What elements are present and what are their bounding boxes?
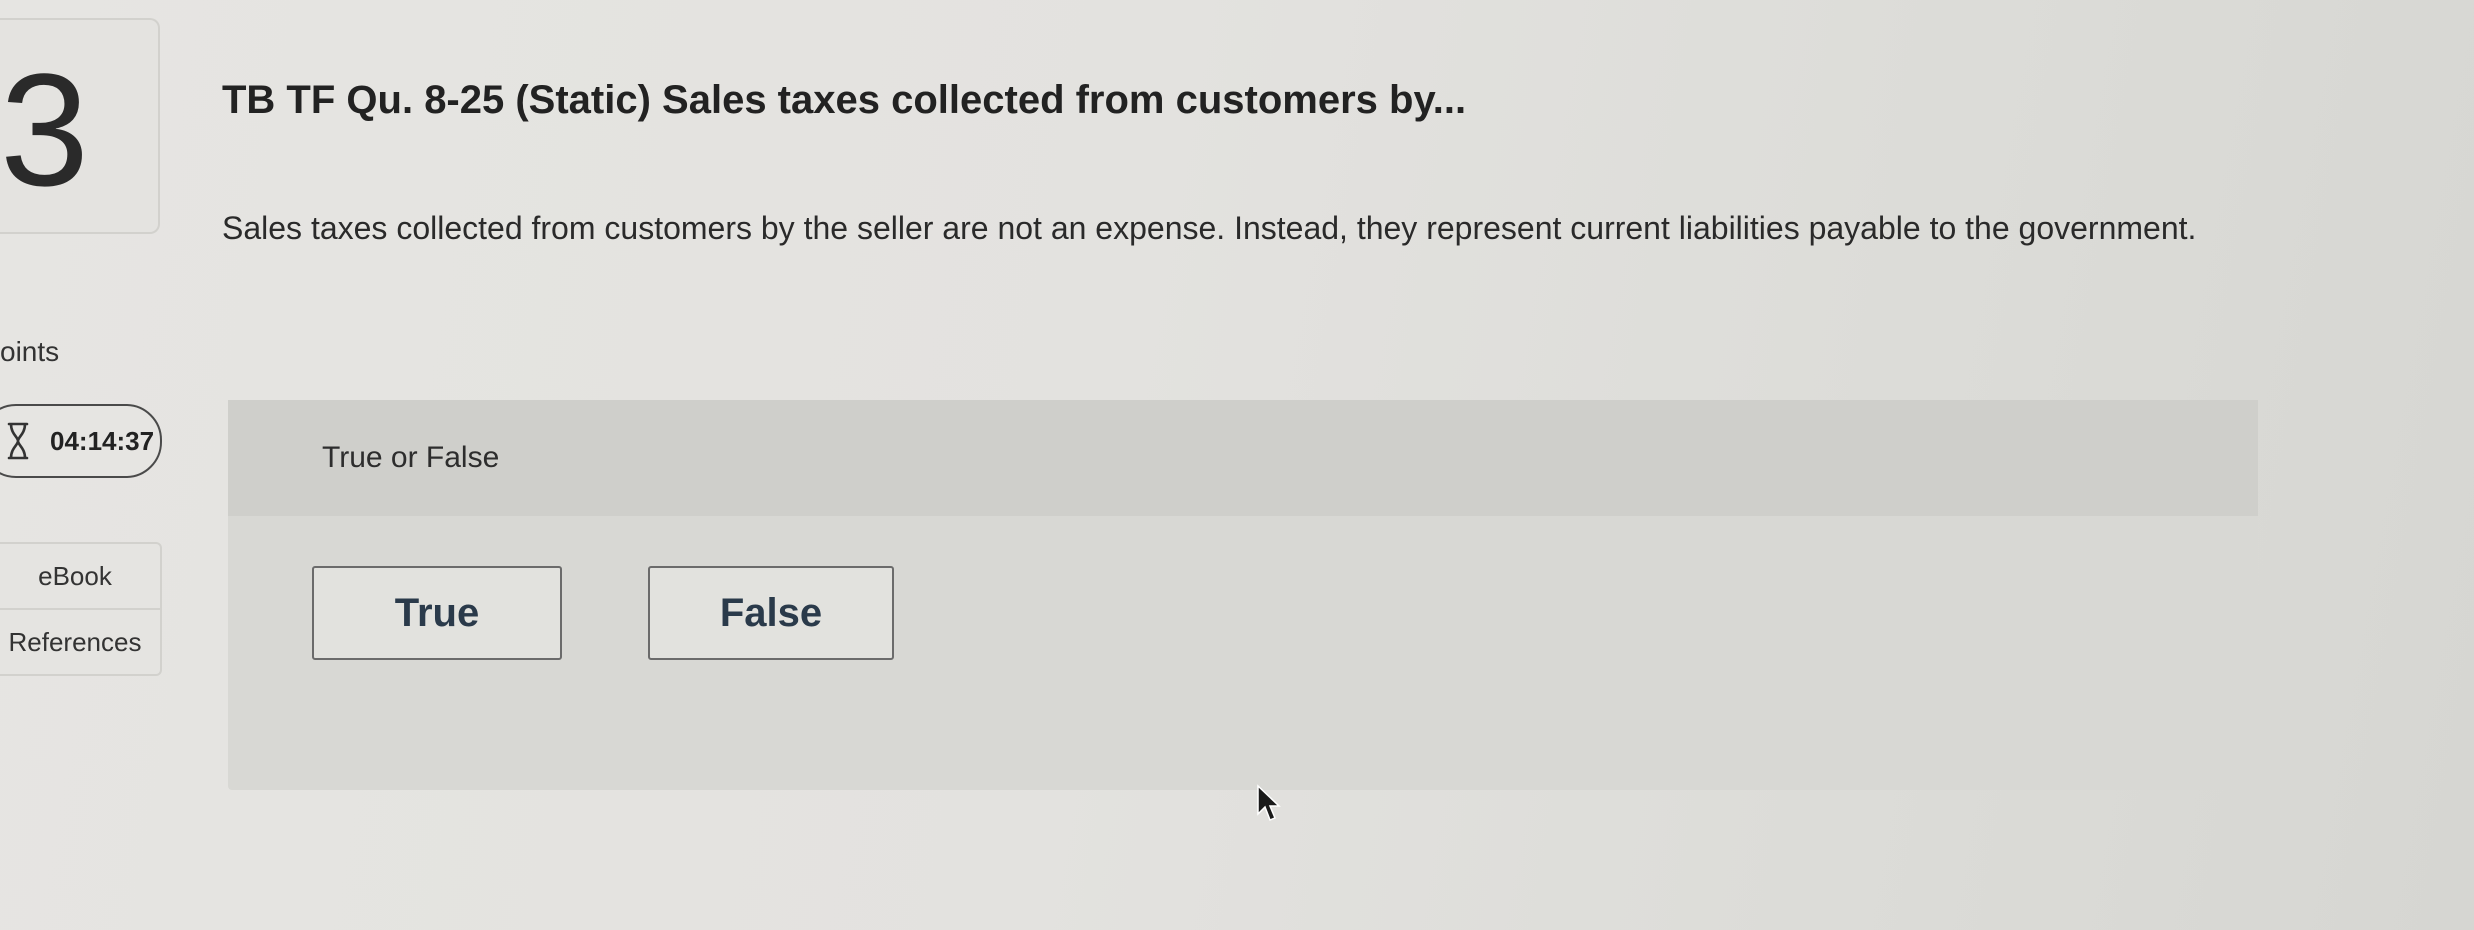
hourglass-icon <box>4 421 32 461</box>
mouse-pointer-icon <box>1257 784 1281 821</box>
timer[interactable]: 04:14:37 <box>0 404 162 478</box>
resources-panel: eBook References <box>0 542 162 676</box>
question-text: Sales taxes collected from customers by … <box>222 210 2197 246</box>
references-link[interactable]: References <box>0 608 160 674</box>
answer-panel: True or False True False <box>228 400 2258 790</box>
question-number: 3 <box>0 40 89 219</box>
ebook-link[interactable]: eBook <box>0 544 160 608</box>
question-number-box: 3 <box>0 18 160 234</box>
true-button[interactable]: True <box>312 566 562 660</box>
false-button[interactable]: False <box>648 566 894 660</box>
question-title: TB TF Qu. 8-25 (Static) Sales taxes coll… <box>222 78 1467 122</box>
points-label: oints <box>0 336 60 367</box>
answer-prompt: True or False <box>228 400 2258 516</box>
timer-value: 04:14:37 <box>50 425 155 456</box>
